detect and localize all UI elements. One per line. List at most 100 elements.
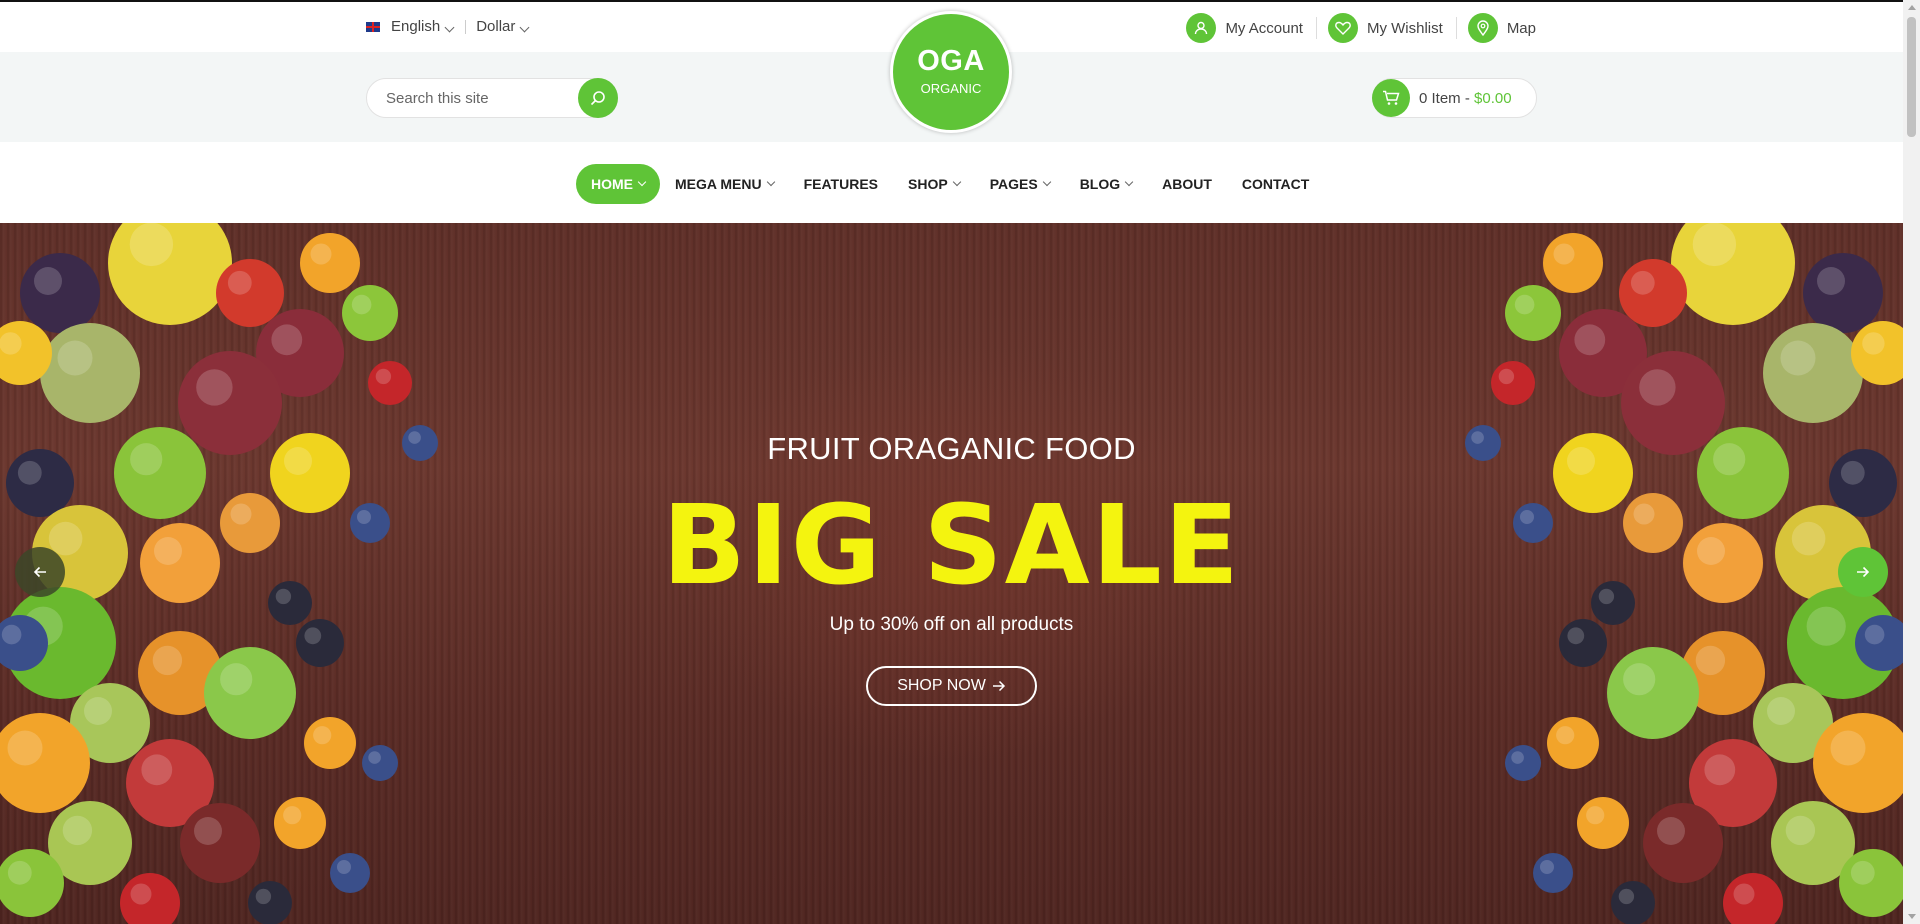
- fruit-highlight: [351, 294, 372, 315]
- fruit-highlight: [310, 243, 332, 265]
- fruit-highlight: [368, 751, 381, 764]
- cart-icon: [1372, 79, 1410, 117]
- cart-total: $0.00: [1474, 89, 1512, 107]
- fruit-highlight: [1733, 883, 1755, 905]
- shop-now-button[interactable]: SHOP NOW: [866, 666, 1037, 706]
- fruit-shape: [1505, 745, 1541, 781]
- nav-item-blog[interactable]: BLOG: [1065, 164, 1147, 204]
- fruit-highlight: [1574, 324, 1606, 356]
- hero-subtitle: Up to 30% off on all products: [829, 614, 1074, 635]
- my-account-link[interactable]: My Account: [1186, 13, 1303, 43]
- slider-prev-button[interactable]: [15, 547, 65, 597]
- chevron-down-icon: [952, 177, 961, 187]
- fruit-highlight: [1767, 697, 1795, 725]
- fruit-shape: [1547, 717, 1599, 769]
- nav-item-mega-menu[interactable]: MEGA MENU: [660, 164, 789, 204]
- nav-item-contact[interactable]: CONTACT: [1227, 164, 1324, 204]
- page: English Dollar My Account My Wishlist Ma…: [0, 0, 1903, 924]
- fruit-highlight: [1498, 368, 1515, 385]
- search-box: [366, 78, 618, 118]
- fruit-highlight: [1780, 340, 1816, 376]
- fruit-highlight: [7, 860, 32, 885]
- fruit-shape: [180, 803, 260, 883]
- scrollbar-thumb[interactable]: [1907, 17, 1916, 137]
- fruit-shape: [274, 797, 326, 849]
- fruit-shape: [216, 259, 284, 327]
- currency-label: Dollar: [476, 18, 516, 35]
- cart-button[interactable]: 0 Item - $0.00: [1372, 78, 1537, 118]
- search-button[interactable]: [578, 78, 618, 118]
- currency-select[interactable]: Dollar: [476, 18, 530, 35]
- fruit-highlight: [1850, 860, 1875, 885]
- chevron-down-icon: [637, 177, 647, 187]
- search-input[interactable]: [386, 90, 566, 107]
- nav-item-label: PAGES: [989, 176, 1038, 192]
- fruit-highlight: [375, 368, 392, 385]
- fruit-shape: [1803, 253, 1883, 333]
- fruit-highlight: [1692, 223, 1737, 267]
- fruit-shape: [362, 745, 398, 781]
- map-pin-icon: [1467, 13, 1498, 43]
- fruit-highlight: [227, 270, 252, 295]
- fruit-shape: [1611, 881, 1655, 924]
- uk-flag-icon: [366, 21, 380, 32]
- fruit-shape: [1643, 803, 1723, 883]
- nav-item-about[interactable]: ABOUT: [1147, 164, 1227, 204]
- fruit-highlight: [1623, 663, 1656, 696]
- map-label: Map: [1506, 19, 1536, 37]
- divider: [1455, 17, 1457, 39]
- user-icon: [1186, 13, 1217, 43]
- fruit-shape: [204, 647, 296, 739]
- chevron-down-icon: [444, 22, 455, 33]
- heart-icon: [1327, 13, 1358, 43]
- divider: [1315, 17, 1317, 39]
- logo-title: OGA: [917, 45, 985, 77]
- fruit-highlight: [1630, 270, 1655, 295]
- locale-selectors: English Dollar: [366, 18, 530, 35]
- fruit-highlight: [1695, 645, 1726, 676]
- fruit-highlight: [1830, 730, 1866, 766]
- fruit-highlight: [1618, 888, 1635, 905]
- fruit-highlight: [0, 332, 22, 355]
- scroll-up-arrow-icon[interactable]: [1908, 5, 1916, 10]
- nav-item-home[interactable]: HOME: [576, 164, 660, 204]
- fruit-highlight: [1511, 751, 1524, 764]
- fruit-highlight: [313, 726, 332, 745]
- language-select[interactable]: English: [391, 18, 455, 35]
- arrow-left-icon: [33, 566, 46, 578]
- fruit-highlight: [130, 883, 152, 905]
- scrollbar[interactable]: [1903, 0, 1920, 924]
- fruit-highlight: [1704, 754, 1736, 786]
- fruit-highlight: [271, 324, 303, 356]
- search-icon: [590, 91, 605, 106]
- scroll-down-arrow-icon[interactable]: [1908, 914, 1916, 919]
- nav-item-features[interactable]: FEATURES: [789, 164, 893, 204]
- nav-item-label: HOME: [591, 176, 633, 192]
- fruit-highlight: [283, 806, 302, 825]
- divider: [465, 19, 467, 34]
- my-wishlist-link[interactable]: My Wishlist: [1327, 13, 1443, 43]
- nav-item-shop[interactable]: SHOP: [893, 164, 975, 204]
- hero-slider: FRUIT ORAGANIC FOOD BIG SALE Up to 30% o…: [0, 223, 1903, 924]
- slider-next-button[interactable]: [1838, 547, 1888, 597]
- map-link[interactable]: Map: [1467, 13, 1536, 43]
- fruit-highlight: [141, 754, 173, 786]
- logo-subtitle: ORGANIC: [920, 81, 982, 96]
- my-wishlist-label: My Wishlist: [1366, 19, 1443, 37]
- fruit-shape: [342, 285, 398, 341]
- shop-now-label: SHOP NOW: [897, 677, 986, 694]
- fruit-shape: [1763, 323, 1863, 423]
- chevron-down-icon: [1042, 177, 1051, 187]
- fruit-shape: [1607, 647, 1699, 739]
- chevron-down-icon: [1124, 177, 1134, 187]
- chevron-down-icon: [519, 22, 530, 33]
- nav-item-label: CONTACT: [1241, 176, 1310, 192]
- fruit-highlight: [194, 817, 222, 845]
- fruit-highlight: [196, 369, 233, 406]
- site-logo[interactable]: OGA ORGANIC: [890, 11, 1012, 133]
- fruit-highlight: [1514, 294, 1535, 315]
- fruit-shape: [300, 233, 360, 293]
- fruit-highlight: [1862, 332, 1885, 355]
- arrow-right-icon: [992, 680, 1005, 692]
- nav-item-pages[interactable]: PAGES: [975, 164, 1065, 204]
